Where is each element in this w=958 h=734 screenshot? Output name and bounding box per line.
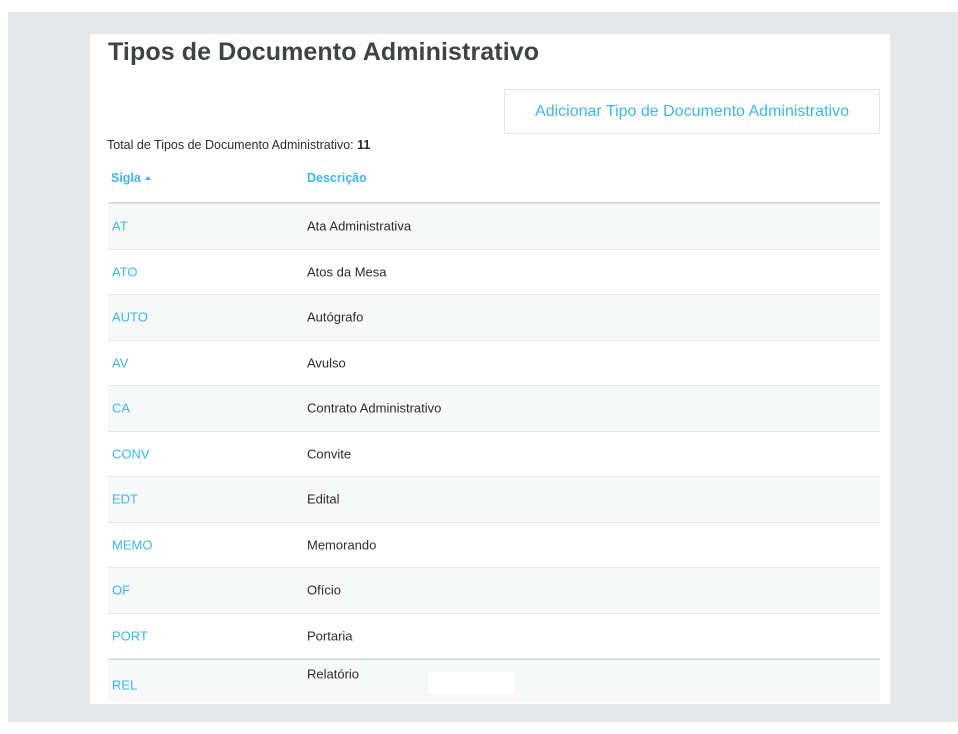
table-row: EDT Edital — [108, 477, 880, 523]
table-row: AUTO Autógrafo — [108, 295, 880, 341]
sigla-link[interactable]: OF — [112, 583, 130, 598]
table-row: REL Relatório — [108, 659, 880, 701]
table-row: CONV Convite — [108, 432, 880, 477]
descricao-cell: Ofício — [307, 582, 341, 598]
sigla-link[interactable]: CA — [112, 401, 130, 416]
sigla-link[interactable]: ATO — [112, 264, 138, 279]
total-label: Total de Tipos de Documento Administrati… — [107, 138, 354, 152]
sigla-link[interactable]: AUTO — [112, 310, 148, 325]
descricao-cell: Portaria — [307, 628, 353, 644]
table-row: AV Avulso — [108, 341, 880, 386]
table-row: MEMO Memorando — [108, 523, 880, 568]
blank-overlay — [428, 672, 514, 694]
descricao-cell: Relatório — [307, 666, 360, 682]
table-row: AT Ata Administrativa — [108, 204, 880, 250]
sigla-link[interactable]: PORT — [112, 628, 148, 643]
descricao-cell: Atos da Mesa — [307, 264, 387, 280]
descricao-cell: Convite — [307, 446, 352, 462]
sigla-link[interactable]: CONV — [112, 446, 150, 461]
descricao-cell: Edital — [307, 491, 340, 507]
table-row: ATO Atos da Mesa — [108, 250, 880, 295]
add-document-type-button[interactable]: Adicionar Tipo de Documento Administrati… — [504, 89, 880, 134]
table-row: PORT Portaria — [108, 614, 880, 659]
sigla-link[interactable]: REL — [112, 677, 137, 692]
descricao-cell: Ata Administrativa — [307, 218, 412, 234]
descricao-cell: Autógrafo — [307, 309, 364, 325]
table-body: AT Ata Administrativa ATO Atos da Mesa A… — [108, 204, 880, 701]
column-header-sigla-label: Sigla — [111, 171, 141, 185]
table-row: CA Contrato Administrativo — [108, 386, 880, 432]
total-value: 11 — [357, 138, 371, 152]
table-row: OF Ofício — [108, 568, 880, 614]
page-title: Tipos de Documento Administrativo — [108, 38, 540, 66]
sigla-link[interactable]: AT — [112, 219, 128, 234]
total-count: Total de Tipos de Documento Administrati… — [107, 138, 370, 152]
sigla-link[interactable]: EDT — [112, 492, 138, 507]
column-header-descricao: Descrição — [307, 171, 367, 185]
sort-ascending-icon — [144, 176, 151, 180]
sigla-link[interactable]: AV — [112, 355, 128, 370]
descricao-cell: Avulso — [307, 355, 346, 371]
descricao-cell: Contrato Administrativo — [307, 400, 442, 416]
sigla-link[interactable]: MEMO — [112, 537, 152, 552]
column-header-sigla[interactable]: Sigla — [111, 171, 151, 185]
descricao-cell: Memorando — [307, 537, 377, 553]
